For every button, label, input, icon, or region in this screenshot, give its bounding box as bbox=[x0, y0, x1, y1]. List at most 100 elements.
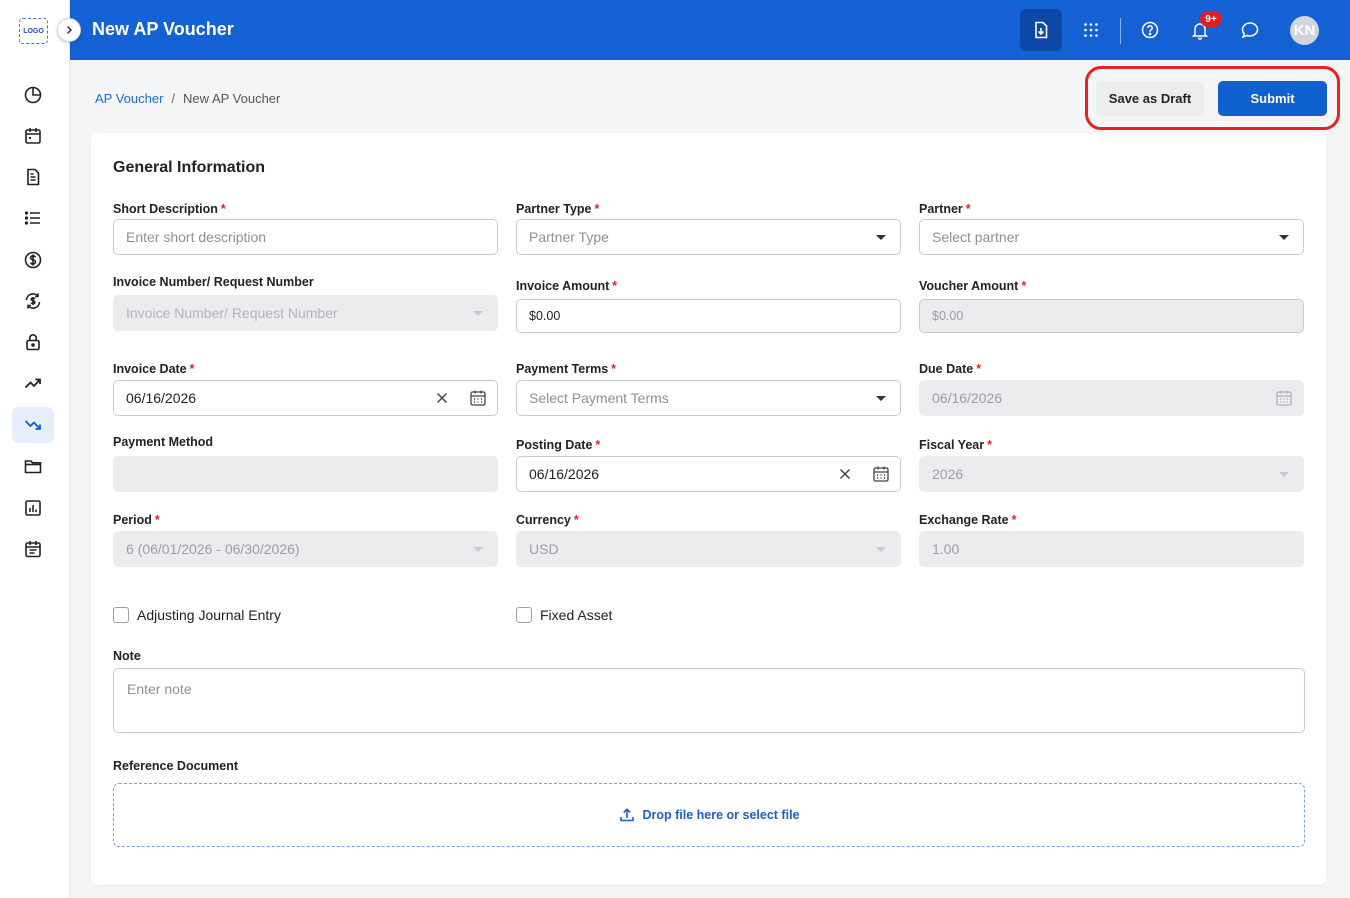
trending-down-icon bbox=[24, 420, 41, 430]
app-logo: LOGO bbox=[19, 18, 48, 44]
calendar-icon bbox=[1276, 390, 1292, 406]
fiscal-year-select: 2026 bbox=[919, 456, 1304, 492]
download-file-button[interactable] bbox=[1020, 9, 1062, 51]
clear-icon[interactable] bbox=[838, 467, 852, 481]
clear-icon[interactable] bbox=[435, 391, 449, 405]
breadcrumb-current: New AP Voucher bbox=[183, 91, 281, 106]
sidebar-item-schedule[interactable] bbox=[12, 531, 54, 567]
trending-up-icon bbox=[24, 378, 41, 389]
sidebar-item-security[interactable] bbox=[12, 324, 54, 360]
top-header: New AP Voucher 9+ KN bbox=[70, 0, 1350, 60]
partner-type-label: Partner Type * bbox=[516, 202, 600, 216]
sidebar-item-payments[interactable] bbox=[12, 242, 54, 278]
sidebar-toggle-button[interactable] bbox=[57, 18, 81, 42]
currency-label: Currency * bbox=[516, 513, 579, 527]
breadcrumb-parent-link[interactable]: AP Voucher bbox=[95, 91, 163, 106]
voucher-amount-input: $0.00 bbox=[919, 299, 1304, 333]
fixed-asset-checkbox[interactable]: Fixed Asset bbox=[516, 607, 612, 623]
payment-terms-select[interactable]: Select Payment Terms bbox=[516, 380, 901, 416]
invoice-date-picker[interactable]: 06/16/2026 bbox=[113, 380, 498, 416]
partner-type-select[interactable]: Partner Type bbox=[516, 219, 901, 255]
apps-grid-button[interactable] bbox=[1070, 9, 1112, 51]
folder-icon bbox=[24, 460, 42, 474]
period-label: Period * bbox=[113, 513, 160, 527]
download-file-icon bbox=[1035, 21, 1048, 39]
help-icon bbox=[1141, 21, 1159, 39]
header-divider bbox=[1120, 18, 1121, 44]
payment-method-label: Payment Method bbox=[113, 435, 214, 449]
period-select: 6 (06/01/2026 - 06/30/2026) bbox=[113, 531, 498, 567]
exchange-rate-label: Exchange Rate * bbox=[919, 513, 1017, 527]
adjusting-journal-entry-checkbox[interactable]: Adjusting Journal Entry bbox=[113, 607, 281, 623]
file-dropzone[interactable]: Drop file here or select file bbox=[113, 783, 1305, 847]
breadcrumb: AP Voucher / New AP Voucher bbox=[95, 91, 280, 106]
voucher-amount-label: Voucher Amount * bbox=[919, 279, 1027, 293]
posting-date-label: Posting Date * bbox=[516, 438, 601, 452]
currency-exchange-icon bbox=[25, 293, 41, 309]
invoice-number-label: Invoice Number/ Request Number bbox=[113, 275, 314, 289]
submit-button[interactable]: Submit bbox=[1218, 81, 1327, 116]
dollar-icon bbox=[24, 251, 42, 269]
note-label: Note bbox=[113, 649, 141, 663]
caret-down-icon bbox=[876, 235, 886, 240]
breadcrumb-separator: / bbox=[171, 91, 176, 106]
invoice-amount-input[interactable]: $0.00 bbox=[516, 299, 901, 333]
posting-date-picker[interactable]: 06/16/2026 bbox=[516, 456, 901, 492]
exchange-rate-input: 1.00 bbox=[919, 531, 1304, 567]
apps-grid-icon bbox=[1084, 23, 1098, 37]
sidebar-item-folders[interactable] bbox=[12, 448, 54, 484]
sidebar-item-documents[interactable] bbox=[12, 159, 54, 195]
lock-icon bbox=[26, 334, 40, 351]
sidebar-item-list[interactable] bbox=[12, 200, 54, 236]
schedule-icon bbox=[25, 541, 41, 558]
sidebar-item-exchange[interactable] bbox=[12, 283, 54, 319]
calendar-icon[interactable] bbox=[469, 389, 487, 407]
caret-down-icon bbox=[876, 547, 886, 552]
checkbox-label: Fixed Asset bbox=[540, 607, 613, 623]
upload-icon bbox=[619, 808, 634, 822]
user-avatar[interactable]: KN bbox=[1290, 16, 1319, 45]
sidebar-item-income[interactable] bbox=[12, 365, 54, 401]
short-description-label: Short Description * bbox=[113, 202, 226, 216]
save-as-draft-button[interactable]: Save as Draft bbox=[1096, 81, 1204, 116]
notification-badge: 9+ bbox=[1200, 11, 1222, 27]
checkbox-box[interactable] bbox=[113, 607, 129, 623]
checkbox-label: Adjusting Journal Entry bbox=[137, 607, 281, 623]
sidebar: LOGO bbox=[0, 0, 70, 898]
payment-method-input bbox=[113, 456, 498, 492]
invoice-amount-label: Invoice Amount * bbox=[516, 279, 618, 293]
document-icon bbox=[27, 168, 40, 186]
section-title: General Information bbox=[113, 159, 266, 176]
chat-icon bbox=[1241, 22, 1259, 39]
partner-label: Partner * bbox=[919, 202, 971, 216]
reference-document-label: Reference Document bbox=[113, 759, 239, 773]
chat-button[interactable] bbox=[1229, 9, 1271, 51]
payment-terms-label: Payment Terms * bbox=[516, 362, 617, 376]
caret-down-icon bbox=[876, 396, 886, 401]
short-description-input[interactable]: Enter short description bbox=[113, 219, 498, 255]
invoice-date-label: Invoice Date * bbox=[113, 362, 195, 376]
checkbox-box[interactable] bbox=[516, 607, 532, 623]
fiscal-year-label: Fiscal Year * bbox=[919, 438, 992, 452]
report-icon bbox=[25, 500, 41, 516]
note-textarea[interactable]: Enter note bbox=[113, 668, 1305, 733]
caret-down-icon bbox=[1279, 472, 1289, 477]
sidebar-item-expenses[interactable] bbox=[12, 407, 54, 443]
caret-down-icon bbox=[1279, 235, 1289, 240]
pie-chart-icon bbox=[24, 86, 42, 104]
sidebar-item-calendar[interactable] bbox=[12, 118, 54, 154]
due-date-picker: 06/16/2026 bbox=[919, 380, 1304, 416]
list-icon bbox=[24, 211, 40, 225]
page-header-title: New AP Voucher bbox=[92, 19, 234, 39]
currency-select: USD bbox=[516, 531, 901, 567]
caret-down-icon bbox=[473, 311, 483, 316]
sidebar-item-reports[interactable] bbox=[12, 490, 54, 526]
sidebar-item-dashboard[interactable] bbox=[12, 77, 54, 113]
help-button[interactable] bbox=[1129, 9, 1171, 51]
chevron-right-icon bbox=[66, 25, 73, 35]
calendar-icon[interactable] bbox=[872, 465, 890, 483]
calendar-icon bbox=[25, 128, 41, 144]
caret-down-icon bbox=[473, 547, 483, 552]
partner-select[interactable]: Select partner bbox=[919, 219, 1304, 255]
due-date-label: Due Date * bbox=[919, 362, 982, 376]
